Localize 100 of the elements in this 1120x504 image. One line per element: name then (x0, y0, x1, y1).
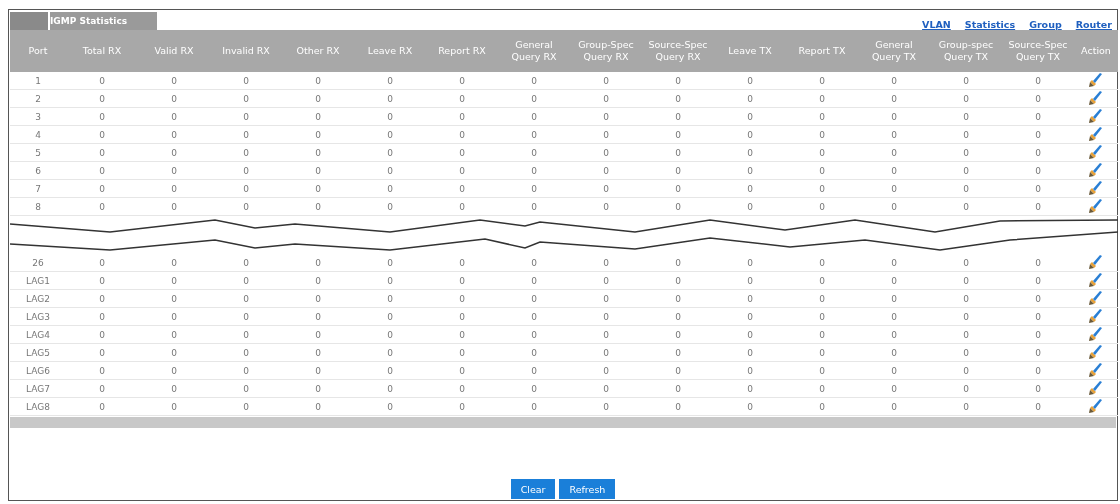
brush-icon[interactable] (1089, 327, 1103, 342)
table-cell: 0 (210, 397, 282, 416)
table-cell: 8 (10, 197, 66, 216)
table-cell: 0 (786, 361, 858, 380)
table-cell: 0 (498, 271, 570, 290)
table-cell: 0 (138, 125, 210, 144)
nav-link[interactable]: Group (1029, 19, 1062, 30)
table-cell: 0 (786, 125, 858, 144)
table-cell: LAG3 (10, 307, 66, 326)
table-cell: 0 (1002, 307, 1074, 326)
brush-icon[interactable] (1089, 273, 1103, 288)
brush-icon[interactable] (1089, 109, 1103, 124)
table-cell: LAG6 (10, 361, 66, 380)
table-cell: 0 (210, 161, 282, 180)
table-cell: 0 (66, 89, 138, 108)
table-cell: 0 (642, 343, 714, 362)
table-cell: 0 (642, 89, 714, 108)
action-button[interactable]: Clear (510, 479, 556, 499)
brush-icon[interactable] (1089, 73, 1103, 88)
brush-icon[interactable] (1089, 255, 1103, 270)
table-cell: 0 (498, 361, 570, 380)
table-cell: 0 (786, 397, 858, 416)
table-cell: 0 (282, 254, 354, 272)
brush-icon[interactable] (1089, 309, 1103, 324)
column-header: Action (1074, 30, 1118, 72)
brush-icon[interactable] (1089, 163, 1103, 178)
table-cell: 0 (930, 361, 1002, 380)
table-cell: 0 (930, 343, 1002, 362)
table-cell: 0 (138, 72, 210, 90)
table-cell: 0 (66, 289, 138, 308)
table-cell: 0 (930, 397, 1002, 416)
table-cell: 0 (714, 289, 786, 308)
table-cell: 0 (426, 125, 498, 144)
table-cell: 0 (714, 325, 786, 344)
table-cell: LAG5 (10, 343, 66, 362)
table-cell: 0 (714, 143, 786, 162)
table-cell: 0 (210, 125, 282, 144)
nav-link[interactable]: Statistics (964, 19, 1016, 30)
table-cell: 0 (1002, 289, 1074, 308)
table-cell: 0 (642, 179, 714, 198)
table-cell: 0 (282, 271, 354, 290)
brush-icon[interactable] (1089, 199, 1103, 214)
table-cell: 0 (930, 179, 1002, 198)
table-cell: 0 (1002, 179, 1074, 198)
brush-icon[interactable] (1089, 291, 1103, 306)
brush-icon[interactable] (1089, 363, 1103, 378)
table-cell: 0 (570, 379, 642, 398)
table-cell: 0 (282, 89, 354, 108)
table-cell: 0 (642, 271, 714, 290)
table-cell: 0 (498, 254, 570, 272)
table-cell: 0 (138, 161, 210, 180)
table-cell: 0 (930, 325, 1002, 344)
column-header: Port (10, 30, 66, 72)
nav-link[interactable]: Router (1075, 19, 1112, 30)
brush-icon[interactable] (1089, 381, 1103, 396)
table-cell: 0 (858, 289, 930, 308)
table-cell: 0 (642, 325, 714, 344)
table-cell: 0 (66, 107, 138, 126)
table-cell: 0 (642, 254, 714, 272)
table-cell: 0 (282, 361, 354, 380)
table-cell: 0 (498, 72, 570, 90)
table-cell: 0 (138, 379, 210, 398)
table-cell: 0 (714, 72, 786, 90)
action-button[interactable]: Refresh (559, 479, 616, 499)
table-cell: 0 (570, 125, 642, 144)
table-cell: 0 (138, 107, 210, 126)
table-cell: 0 (642, 397, 714, 416)
table-cell: 0 (282, 343, 354, 362)
table-cell: 0 (930, 197, 1002, 216)
nav-link[interactable]: VLAN (922, 19, 951, 30)
table-cell: 0 (66, 197, 138, 216)
table-cell: 0 (210, 289, 282, 308)
table-cell: 0 (930, 125, 1002, 144)
table-cell: 0 (786, 72, 858, 90)
table-cell: 0 (930, 89, 1002, 108)
table-cell: 0 (210, 325, 282, 344)
table-cell: 0 (1002, 125, 1074, 144)
table-cell: 0 (138, 361, 210, 380)
brush-icon[interactable] (1089, 145, 1103, 160)
brush-icon[interactable] (1089, 399, 1103, 414)
table-cell: 0 (354, 161, 426, 180)
table-cell: 0 (714, 343, 786, 362)
table-cell: 4 (10, 125, 66, 144)
table-cell: 0 (138, 143, 210, 162)
table-cell: 0 (66, 125, 138, 144)
brush-icon[interactable] (1089, 91, 1103, 106)
table-cell: 0 (354, 89, 426, 108)
table-cell: 0 (570, 361, 642, 380)
table-cell: 0 (642, 379, 714, 398)
table-cell: 0 (858, 72, 930, 90)
table-cell: 0 (570, 72, 642, 90)
table-cell: 0 (786, 107, 858, 126)
brush-icon[interactable] (1089, 127, 1103, 142)
table-cell: 0 (570, 289, 642, 308)
table-cell: 0 (282, 143, 354, 162)
table-cell: 0 (714, 179, 786, 198)
brush-icon[interactable] (1089, 181, 1103, 196)
table-cell: 0 (858, 161, 930, 180)
table-cell: 0 (354, 125, 426, 144)
brush-icon[interactable] (1089, 345, 1103, 360)
